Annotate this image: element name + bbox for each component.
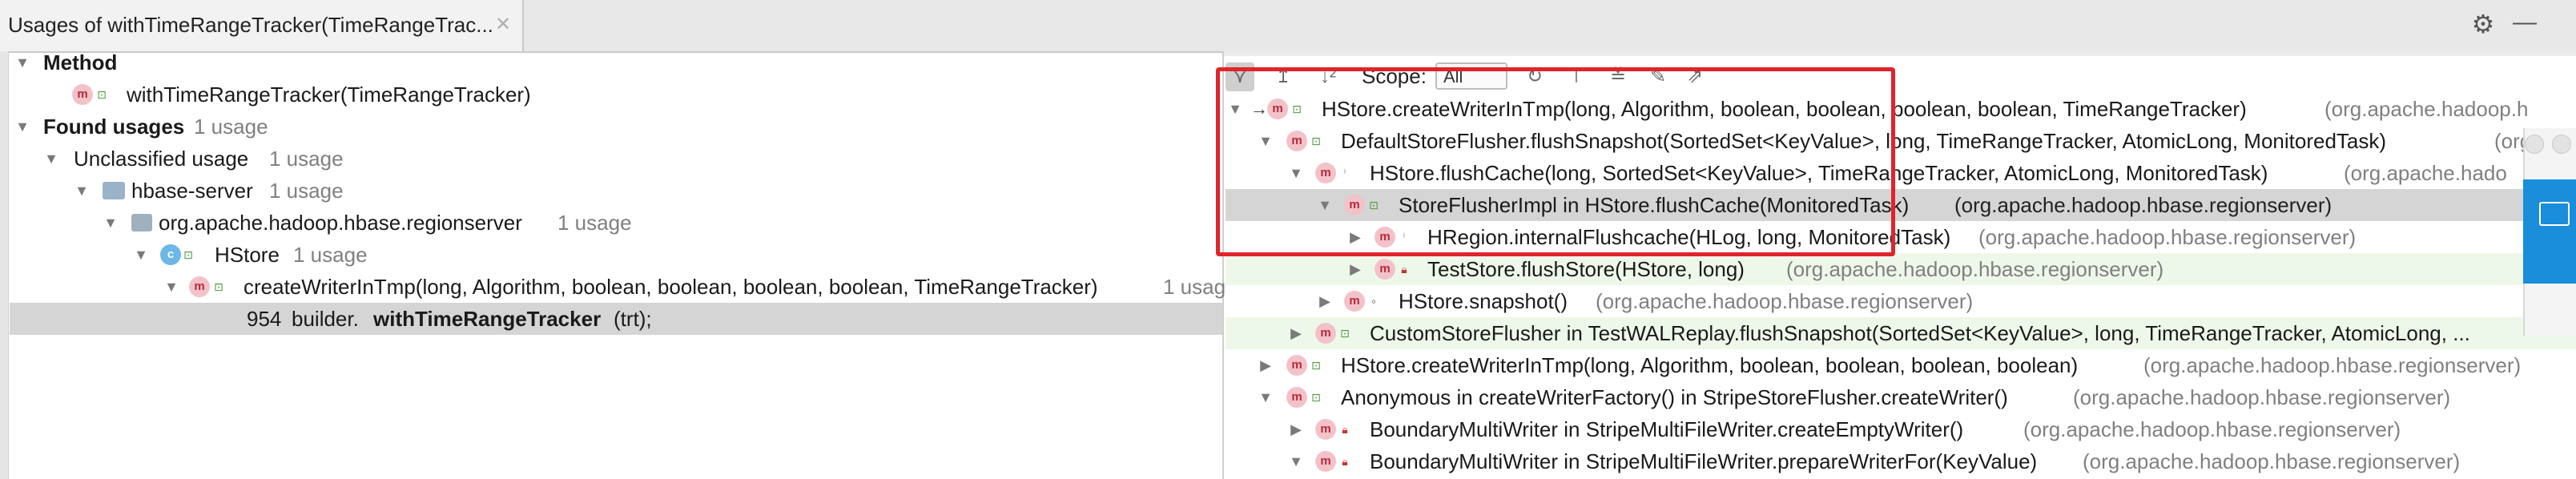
private-lock-icon: 🔒︎ — [1342, 455, 1348, 468]
method-icon: m — [72, 84, 93, 105]
caller-signature: createWriterInTmp(long, Algorithm, boole… — [244, 275, 1098, 299]
usage-line-number: 954 — [247, 307, 282, 331]
hierarchy-row-boundary-create-empty[interactable]: ▶ m 🔒︎ BoundaryMultiWriter in StripeMult… — [1226, 413, 2576, 445]
hierarchy-package: (org.apache.hadoop.hbase.regionserver) — [1978, 225, 2357, 249]
chevron-right-icon[interactable]: ▶ — [1286, 317, 1306, 349]
found-usages-count: 1 usage — [194, 115, 268, 139]
hierarchy-method: CustomStoreFlusher in TestWALReplay.flus… — [1370, 321, 2470, 345]
chevron-down-icon[interactable]: ▼ — [1256, 381, 1275, 413]
chevron-down-icon[interactable]: ▼ — [72, 175, 91, 207]
chevron-down-icon[interactable]: ▼ — [13, 46, 32, 78]
chevron-right-icon[interactable]: ▶ — [1256, 349, 1275, 381]
package-label: org.apache.hadoop.hbase.regionserver — [159, 211, 522, 235]
method-icon: m — [1286, 387, 1307, 408]
tree-row-unclassified[interactable]: ▼ Unclassified usage 1 usage — [10, 143, 1219, 175]
hierarchy-method: BoundaryMultiWriter in StripeMultiFileWr… — [1370, 449, 2038, 473]
hierarchy-package: (org.apache.hadoop.hbase.regionserver) — [2073, 385, 2451, 409]
window-control-icon[interactable] — [2552, 135, 2571, 154]
chevron-down-icon[interactable]: ▼ — [131, 239, 151, 271]
hierarchy-method: BoundaryMultiWriter in StripeMultiFileWr… — [1370, 417, 1964, 441]
class-icon: c — [160, 244, 181, 265]
hierarchy-row-test-store[interactable]: ▶ m 🔒︎ TestStore.flushStore(HStore, long… — [1226, 253, 2576, 285]
unclassified-count: 1 usage — [269, 147, 344, 171]
hierarchy-package: (org.apache.hado — [2344, 161, 2507, 185]
chevron-right-icon[interactable]: ▶ — [1315, 285, 1334, 317]
class-label: HStore — [215, 243, 280, 267]
chevron-down-icon[interactable]: ▼ — [1286, 445, 1306, 477]
unclassified-label: Unclassified usage — [74, 147, 249, 171]
usages-tab[interactable]: Usages of withTimeRangeTracker(TimeRange… — [0, 0, 524, 51]
public-access-icon: ⊡ — [1311, 359, 1321, 372]
method-icon: m — [1286, 355, 1307, 376]
private-lock-icon: 🔒︎ — [1342, 423, 1348, 436]
chevron-right-icon[interactable]: ▶ — [1286, 413, 1306, 445]
tree-row-package[interactable]: ▼ org.apache.hadoop.hbase.regionserver 1… — [10, 207, 1219, 239]
hierarchy-row-create-writer-in-tmp[interactable]: ▶ m ⊡ HStore.createWriterInTmp(long, Alg… — [1226, 349, 2576, 381]
public-access-icon: ⊡ — [183, 248, 193, 261]
hierarchy-package: (org.apache.hadoop.hbase.regionserver) — [2083, 449, 2461, 473]
method-name: withTimeRangeTracker(TimeRangeTracker) — [127, 83, 531, 107]
method-heading: Method — [43, 50, 118, 74]
hierarchy-package: (org.apache.hadoop.hbase.regionserver) — [2023, 417, 2401, 441]
hierarchy-method: TestStore.flushStore(HStore, long) — [1427, 257, 1745, 281]
hierarchy-package: (org.apache.hadoop.h — [2324, 97, 2529, 121]
hierarchy-package: (org.apache.hadoop.hbase.regionserver) — [1954, 193, 2332, 217]
chevron-down-icon[interactable]: ▼ — [162, 271, 181, 303]
found-usages-label: Found usages — [43, 115, 185, 139]
left-gutter — [0, 51, 9, 479]
module-count: 1 usage — [269, 179, 344, 203]
method-icon: m — [1344, 291, 1365, 312]
window-control-icon[interactable] — [2525, 135, 2544, 154]
hierarchy-method: HStore.snapshot() — [1399, 289, 1568, 313]
package-private-icon: ∘ — [1370, 295, 1378, 308]
tree-row-found-usages[interactable]: ▼ Found usages 1 usage — [10, 111, 1219, 143]
tab-title: Usages of withTimeRangeTracker(TimeRange… — [8, 13, 493, 37]
hierarchy-method: Anonymous in createWriterFactory() in St… — [1341, 385, 2008, 409]
overlapping-window-toolbar — [2523, 179, 2576, 284]
window-icon — [2539, 202, 2570, 226]
class-count: 1 usage — [293, 243, 368, 267]
hierarchy-row-snapshot[interactable]: ▶ m ∘ HStore.snapshot() (org.apache.hado… — [1226, 285, 2576, 317]
chevron-right-icon[interactable]: ▶ — [1346, 253, 1365, 285]
method-icon: m — [189, 276, 210, 297]
hierarchy-package: (org.apache.hadoop.hbase.regionserver) — [2143, 353, 2522, 377]
public-access-icon: ⊡ — [1340, 327, 1350, 340]
tree-row-usage-line[interactable]: 954 builder. withTimeRangeTracker (trt); — [10, 303, 1222, 335]
minimize-icon[interactable]: — — [2510, 8, 2539, 37]
public-access-icon: ⊡ — [214, 280, 223, 293]
usage-line-prefix: builder. — [292, 307, 359, 331]
hierarchy-row-boundary-prepare-writer[interactable]: ▼ m 🔒︎ BoundaryMultiWriter in StripeMult… — [1226, 445, 2576, 477]
highlight-annotation-box — [1216, 67, 1895, 256]
public-access-icon: ⊡ — [97, 88, 107, 101]
usage-line-method: withTimeRangeTracker — [373, 307, 602, 331]
package-icon — [131, 214, 152, 231]
package-count: 1 usage — [557, 211, 632, 235]
chevron-down-icon[interactable]: ▼ — [42, 143, 61, 175]
usage-line-suffix: (trt); — [614, 307, 652, 331]
method-icon: m — [1315, 323, 1336, 344]
tree-row-class[interactable]: ▼ c ⊡ HStore 1 usage — [10, 239, 1219, 271]
public-access-icon: ⊡ — [1311, 391, 1321, 404]
chevron-down-icon[interactable]: ▼ — [101, 207, 120, 239]
hierarchy-package: (org.apache.hadoop.hbase.regionserver) — [1596, 289, 1974, 313]
method-icon: m — [1315, 419, 1336, 440]
private-lock-icon: 🔒︎ — [1401, 263, 1407, 276]
method-icon: m — [1315, 451, 1336, 472]
chevron-down-icon[interactable]: ▼ — [13, 111, 32, 143]
module-label: hbase-server — [131, 179, 253, 203]
method-icon: m — [1375, 259, 1395, 280]
module-folder-icon — [103, 182, 125, 199]
tree-row-module[interactable]: ▼ hbase-server 1 usage — [10, 175, 1219, 207]
hierarchy-row-custom-store-flusher[interactable]: ▶ m ⊡ CustomStoreFlusher in TestWALRepla… — [1226, 317, 2576, 349]
tree-row-method-heading[interactable]: ▼ Method — [10, 46, 1219, 78]
hierarchy-package: (org.apache.hadoop.hbase.regionserver) — [1786, 257, 2164, 281]
hierarchy-method: HStore.createWriterInTmp(long, Algorithm… — [1341, 353, 2079, 377]
hierarchy-row-anonymous[interactable]: ▼ m ⊡ Anonymous in createWriterFactory()… — [1226, 381, 2576, 413]
tree-row-caller[interactable]: ▼ m ⊡ createWriterInTmp(long, Algorithm,… — [10, 271, 1226, 303]
gear-icon[interactable]: ⚙ — [2469, 10, 2498, 38]
tree-row-method[interactable]: m ⊡ withTimeRangeTracker(TimeRangeTracke… — [10, 78, 1219, 111]
caller-count: 1 usag — [1163, 275, 1226, 299]
close-icon[interactable]: ✕ — [495, 13, 511, 36]
